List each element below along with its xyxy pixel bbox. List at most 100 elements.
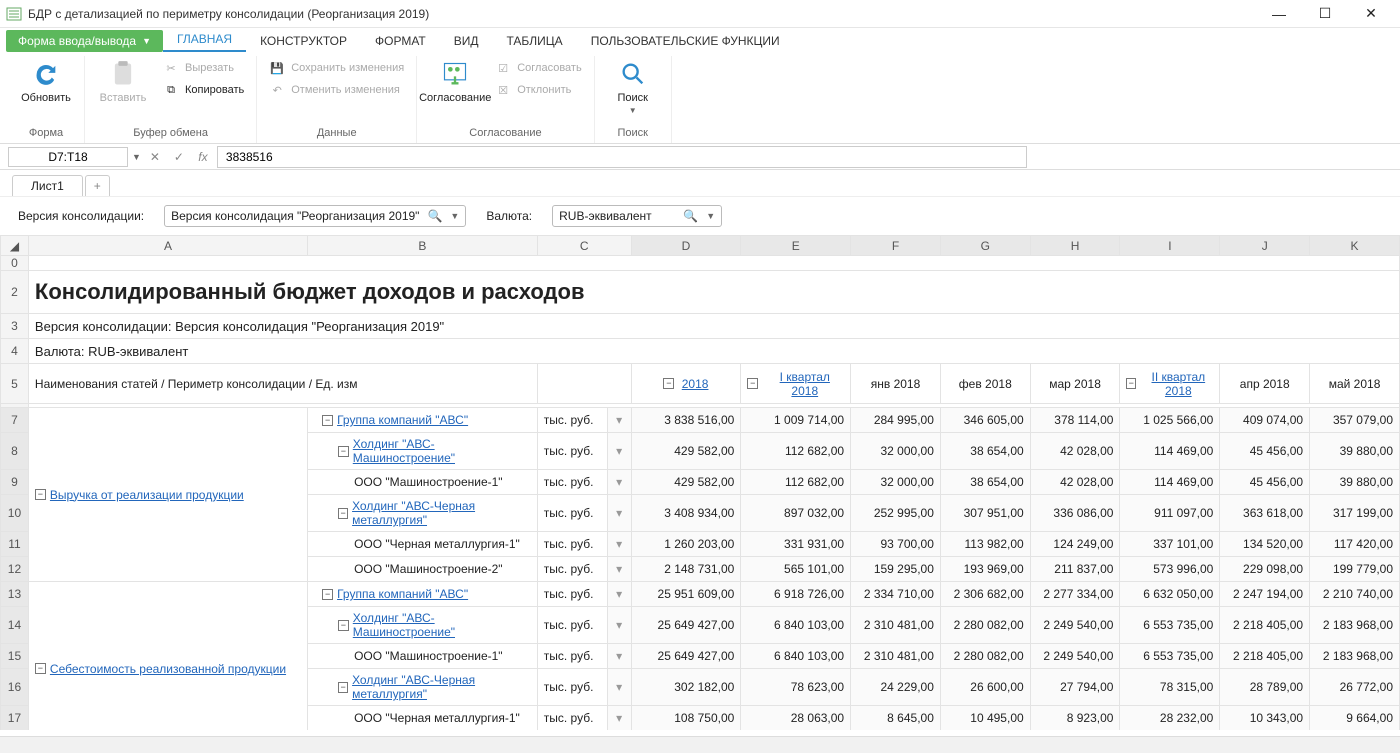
period-q1[interactable]: I квартал 2018 <box>765 370 844 398</box>
value-cell[interactable]: 124 249,00 <box>1030 532 1120 557</box>
value-cell[interactable]: 6 840 103,00 <box>741 607 851 644</box>
value-cell[interactable]: 2 280 082,00 <box>940 644 1030 669</box>
filter-icon[interactable]: ▾ <box>616 413 622 427</box>
filter-icon[interactable]: ▾ <box>616 506 622 520</box>
row-header[interactable]: 14 <box>1 607 29 644</box>
value-cell[interactable]: 337 101,00 <box>1120 532 1220 557</box>
value-cell[interactable]: 409 074,00 <box>1220 408 1310 433</box>
value-cell[interactable]: 8 645,00 <box>851 706 941 731</box>
paste-button[interactable]: Вставить <box>93 56 153 104</box>
value-cell[interactable]: 302 182,00 <box>631 669 741 706</box>
value-cell[interactable]: 317 199,00 <box>1310 495 1400 532</box>
corner-cell[interactable]: ◢ <box>1 236 29 256</box>
filter-icon[interactable]: ▾ <box>616 649 622 663</box>
value-cell[interactable]: 159 295,00 <box>851 557 941 582</box>
value-cell[interactable]: 346 605,00 <box>940 408 1030 433</box>
value-cell[interactable]: 10 495,00 <box>940 706 1030 731</box>
sheet-tab-1[interactable]: Лист1 <box>12 175 83 196</box>
value-cell[interactable]: 2 249 540,00 <box>1030 644 1120 669</box>
value-cell[interactable]: 2 280 082,00 <box>940 607 1030 644</box>
row-header[interactable]: 7 <box>1 408 29 433</box>
collapse-icon[interactable] <box>338 508 348 519</box>
file-button[interactable]: Форма ввода/вывода ▼ <box>6 30 163 52</box>
filter-icon[interactable]: ▾ <box>616 587 622 601</box>
entity-name[interactable]: Холдинг "АВС-Черная металлургия" <box>352 499 531 527</box>
collapse-icon[interactable] <box>322 415 333 426</box>
col-header[interactable]: A <box>28 236 307 256</box>
entity-name[interactable]: Группа компаний "АВС" <box>337 413 468 427</box>
value-cell[interactable]: 114 469,00 <box>1120 470 1220 495</box>
filter-icon[interactable]: ▾ <box>616 680 622 694</box>
value-cell[interactable]: 32 000,00 <box>851 433 941 470</box>
value-cell[interactable]: 897 032,00 <box>741 495 851 532</box>
value-cell[interactable]: 6 553 735,00 <box>1120 607 1220 644</box>
grid-wrap[interactable]: ◢ A B C D E F G H I J K 0 2 Консолидиров… <box>0 235 1400 730</box>
value-cell[interactable]: 2 148 731,00 <box>631 557 741 582</box>
value-cell[interactable]: 27 794,00 <box>1030 669 1120 706</box>
value-cell[interactable]: 2 310 481,00 <box>851 607 941 644</box>
collapse-icon[interactable] <box>322 589 333 600</box>
cut-button[interactable]: ✂ Вырезать <box>159 58 248 78</box>
value-cell[interactable]: 114 469,00 <box>1120 433 1220 470</box>
filter-icon[interactable]: ▾ <box>616 475 622 489</box>
filter-icon[interactable]: ▾ <box>616 537 622 551</box>
formula-fx-button[interactable]: fx <box>193 150 213 164</box>
value-cell[interactable]: 93 700,00 <box>851 532 941 557</box>
value-cell[interactable]: 24 229,00 <box>851 669 941 706</box>
refresh-button[interactable]: Обновить <box>16 56 76 104</box>
row-header[interactable]: 11 <box>1 532 29 557</box>
value-cell[interactable]: 6 840 103,00 <box>741 644 851 669</box>
value-cell[interactable]: 2 183 968,00 <box>1310 644 1400 669</box>
currency-combo[interactable]: RUB-эквивалент 🔍 ▼ <box>552 205 722 227</box>
version-combo[interactable]: Версия консолидация "Реорганизация 2019"… <box>164 205 466 227</box>
value-cell[interactable]: 199 779,00 <box>1310 557 1400 582</box>
group-cost[interactable]: Себестоимость реализованной продукции <box>50 662 286 676</box>
collapse-icon[interactable] <box>35 489 46 500</box>
col-header[interactable]: D <box>631 236 741 256</box>
value-cell[interactable]: 45 456,00 <box>1220 433 1310 470</box>
value-cell[interactable]: 911 097,00 <box>1120 495 1220 532</box>
value-cell[interactable]: 25 649 427,00 <box>631 644 741 669</box>
minimize-button[interactable]: — <box>1256 0 1302 28</box>
value-cell[interactable]: 3 408 934,00 <box>631 495 741 532</box>
formula-accept-button[interactable]: ✓ <box>169 150 189 164</box>
tab-home[interactable]: ГЛАВНАЯ <box>163 28 246 52</box>
col-header[interactable]: G <box>940 236 1030 256</box>
row-header[interactable]: 13 <box>1 582 29 607</box>
value-cell[interactable]: 336 086,00 <box>1030 495 1120 532</box>
row-header[interactable]: 8 <box>1 433 29 470</box>
row-header[interactable]: 16 <box>1 669 29 706</box>
value-cell[interactable]: 1 009 714,00 <box>741 408 851 433</box>
entity-name[interactable]: Холдинг "АВС-Машиностроение" <box>353 611 531 639</box>
value-cell[interactable]: 2 334 710,00 <box>851 582 941 607</box>
value-cell[interactable]: 78 315,00 <box>1120 669 1220 706</box>
value-cell[interactable]: 211 837,00 <box>1030 557 1120 582</box>
collapse-icon[interactable] <box>663 378 674 389</box>
row-header[interactable]: 12 <box>1 557 29 582</box>
col-header[interactable]: J <box>1220 236 1310 256</box>
period-q2[interactable]: II квартал 2018 <box>1143 370 1213 398</box>
value-cell[interactable]: 108 750,00 <box>631 706 741 731</box>
close-button[interactable]: ✕ <box>1348 0 1394 28</box>
value-cell[interactable]: 2 310 481,00 <box>851 644 941 669</box>
value-cell[interactable]: 2 247 194,00 <box>1220 582 1310 607</box>
row-header[interactable]: 2 <box>1 271 29 314</box>
value-cell[interactable]: 1 260 203,00 <box>631 532 741 557</box>
reject-button[interactable]: ☒ Отклонить <box>491 80 585 100</box>
value-cell[interactable]: 565 101,00 <box>741 557 851 582</box>
value-cell[interactable]: 357 079,00 <box>1310 408 1400 433</box>
value-cell[interactable]: 363 618,00 <box>1220 495 1310 532</box>
value-cell[interactable]: 26 600,00 <box>940 669 1030 706</box>
row-header[interactable]: 3 <box>1 314 29 339</box>
value-cell[interactable]: 112 682,00 <box>741 433 851 470</box>
value-cell[interactable]: 32 000,00 <box>851 470 941 495</box>
value-cell[interactable]: 429 582,00 <box>631 470 741 495</box>
filter-icon[interactable]: ▾ <box>616 444 622 458</box>
col-header[interactable]: F <box>851 236 941 256</box>
value-cell[interactable]: 10 343,00 <box>1220 706 1310 731</box>
value-cell[interactable]: 6 918 726,00 <box>741 582 851 607</box>
row-header[interactable]: 5 <box>1 364 29 404</box>
col-header[interactable]: K <box>1310 236 1400 256</box>
approval-button[interactable]: Согласование <box>425 56 485 104</box>
collapse-icon[interactable] <box>338 446 349 457</box>
